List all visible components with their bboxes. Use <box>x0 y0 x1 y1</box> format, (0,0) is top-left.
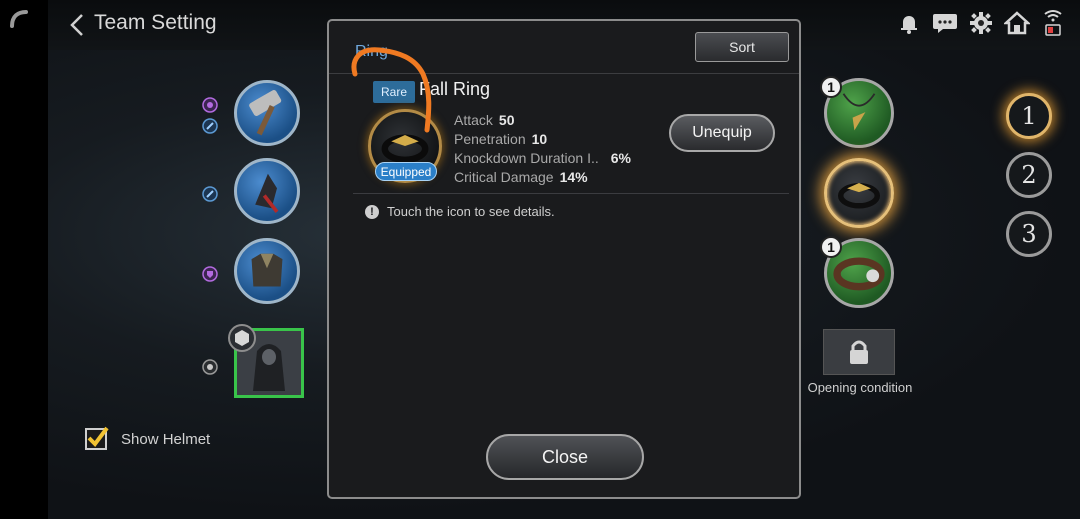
stat-value: 50 <box>498 112 515 128</box>
necklace-count-badge: 1 <box>820 76 842 98</box>
locked-slot[interactable] <box>823 329 895 375</box>
preset-button-3[interactable]: 3 <box>1006 211 1052 257</box>
stat-value: 14% <box>559 169 588 185</box>
weapon-hammer-slot[interactable] <box>234 80 300 146</box>
stat-label: Attack <box>454 112 493 128</box>
stat-value: 10 <box>531 131 548 147</box>
preset-button-1[interactable]: 1 <box>1006 93 1052 139</box>
close-button[interactable]: Close <box>486 434 644 480</box>
hint-text: ! Touch the icon to see details. <box>365 204 555 219</box>
stat-row: Attack 50 <box>454 111 631 130</box>
unequip-button[interactable]: Unequip <box>669 114 775 152</box>
checkmark-icon <box>87 426 109 448</box>
item-stats: Attack 50 Penetration 10 Knockdown Durat… <box>454 111 631 187</box>
ring-icon <box>837 182 881 209</box>
stat-value: 6% <box>610 150 631 166</box>
equipped-badge: Equipped <box>375 162 437 181</box>
item-category-label: Ring <box>355 43 388 60</box>
stat-row: Penetration 10 <box>454 130 631 149</box>
secondary-weapon-slot[interactable] <box>234 158 300 224</box>
bell-icon[interactable] <box>896 10 922 36</box>
top-icon-group <box>896 10 1066 36</box>
lock-icon <box>850 340 868 364</box>
gear-icon[interactable] <box>968 10 994 36</box>
wifi-battery-icon <box>1040 10 1066 36</box>
armor-slot[interactable] <box>234 238 300 304</box>
rarity-badge: Rare <box>373 81 416 103</box>
claw-weapon-icon <box>255 173 279 214</box>
divider <box>353 193 789 194</box>
armor-icon <box>251 253 283 287</box>
compass-icon <box>202 118 218 134</box>
compass-icon-2 <box>202 186 218 202</box>
item-name: Fall Ring <box>419 79 491 99</box>
page-title: Team Setting <box>94 11 217 34</box>
phone-status-icon <box>10 10 28 28</box>
stat-row: Knockdown Duration I.. 6% <box>454 149 631 168</box>
stat-label: Critical Damage <box>454 169 554 185</box>
stat-label: Knockdown Duration I.. <box>454 150 599 166</box>
belt-count-badge: 1 <box>820 236 842 258</box>
modal-header: Ring Sort <box>329 21 799 74</box>
item-detail-modal: Ring Sort Rare Fall Ring Equipped Attack… <box>327 19 801 499</box>
show-helmet-label: Show Helmet <box>121 430 211 448</box>
opening-condition-label: Opening condition <box>807 380 913 395</box>
stat-label: Penetration <box>454 131 526 147</box>
info-icon: ! <box>365 204 379 219</box>
spirit-icon <box>202 359 218 375</box>
hint-label: Touch the icon to see details. <box>387 204 555 219</box>
ring-slot[interactable] <box>824 158 894 228</box>
back-arrow-icon[interactable] <box>68 12 86 38</box>
set-effect-icon <box>202 97 218 113</box>
system-bar <box>0 0 48 519</box>
preset-button-2[interactable]: 2 <box>1006 152 1052 198</box>
armor-type-icon <box>202 266 218 282</box>
chat-icon[interactable] <box>932 10 958 36</box>
stat-row: Critical Damage 14% <box>454 168 631 187</box>
grade-badge-icon <box>228 324 256 352</box>
home-icon[interactable] <box>1004 10 1030 36</box>
show-helmet-checkbox[interactable] <box>85 426 109 450</box>
show-helmet-toggle[interactable]: Show Helmet <box>85 426 211 450</box>
sort-button[interactable]: Sort <box>695 32 789 62</box>
hammer-icon <box>249 89 282 136</box>
